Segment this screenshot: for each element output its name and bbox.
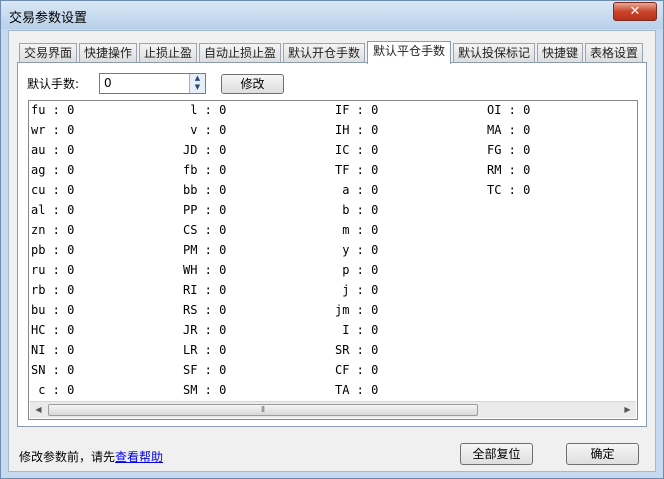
- grid-cell: a : 0: [335, 183, 379, 197]
- grid-cell: MA : 0: [487, 123, 531, 137]
- grid-cell: JD : 0: [183, 143, 227, 157]
- help-hint: 修改参数前，请先查看帮助: [19, 448, 163, 465]
- grid-cell: OI : 0: [487, 103, 531, 117]
- spin-up-icon[interactable]: ▲: [190, 74, 205, 83]
- grid-cell: LR : 0: [183, 343, 227, 357]
- modify-button[interactable]: 修改: [221, 74, 284, 94]
- tab-auto-stop-loss[interactable]: 自动止损止盈: [199, 43, 281, 63]
- grid-cell: RI : 0: [183, 283, 227, 297]
- default-lots-value: 0: [104, 76, 112, 90]
- grid-cell: SN : 0: [31, 363, 75, 377]
- grid-cell: I : 0: [335, 323, 379, 337]
- settings-window: 交易参数设置 ✕ 交易界面 快捷操作 止损止盈 自动止损止盈 默认开仓手数 默认…: [0, 0, 664, 479]
- grid-cell: l : 0: [183, 103, 227, 117]
- grid-cell: jm : 0: [335, 303, 379, 317]
- grid-cell: c : 0: [31, 383, 75, 397]
- grid-cell: bu : 0: [31, 303, 75, 317]
- grid-cell: TF : 0: [335, 163, 379, 177]
- scroll-thumb[interactable]: ⦀: [48, 404, 478, 416]
- grid-cell: WH : 0: [183, 263, 227, 277]
- grid-cell: p : 0: [335, 263, 379, 277]
- grid-cell: j : 0: [335, 283, 379, 297]
- grid-cell: SF : 0: [183, 363, 227, 377]
- tab-default-open-lots[interactable]: 默认开仓手数: [283, 43, 365, 63]
- default-lots-spinbox[interactable]: 0 ▲ ▼: [99, 73, 206, 94]
- grid-cell: fu : 0: [31, 103, 75, 117]
- scroll-right-icon[interactable]: ▶: [619, 402, 636, 418]
- grid-cell: CS : 0: [183, 223, 227, 237]
- help-link[interactable]: 查看帮助: [115, 450, 163, 464]
- tab-default-close-lots[interactable]: 默认平仓手数: [367, 41, 451, 64]
- lots-grid: fu : 0 wr : 0 au : 0 ag : 0 cu : 0 al : 0 zn :…: [28, 100, 638, 420]
- grid-cell: HC : 0: [31, 323, 75, 337]
- grid-cell: PP : 0: [183, 203, 227, 217]
- tab-table-settings[interactable]: 表格设置: [585, 43, 643, 63]
- grid-cell: CF : 0: [335, 363, 379, 377]
- grid-cell: bb : 0: [183, 183, 227, 197]
- grid-cell: b : 0: [335, 203, 379, 217]
- grid-cell: au : 0: [31, 143, 75, 157]
- ok-button[interactable]: 确定: [566, 443, 639, 465]
- grid-cell: v : 0: [183, 123, 227, 137]
- grid-cell: FG : 0: [487, 143, 531, 157]
- horizontal-scrollbar[interactable]: ◀ ⦀ ▶: [30, 401, 636, 418]
- grid-cell: ag : 0: [31, 163, 75, 177]
- grid-cell: TA : 0: [335, 383, 379, 397]
- close-button[interactable]: ✕: [613, 2, 657, 21]
- grid-cell: PM : 0: [183, 243, 227, 257]
- grid-cell: wr : 0: [31, 123, 75, 137]
- reset-all-button[interactable]: 全部复位: [460, 443, 533, 465]
- grid-cell: IF : 0: [335, 103, 379, 117]
- grid-cell: IH : 0: [335, 123, 379, 137]
- grid-cell: y : 0: [335, 243, 379, 257]
- grid-cell: IC : 0: [335, 143, 379, 157]
- scroll-left-icon[interactable]: ◀: [30, 402, 47, 418]
- tab-shortcut-ops[interactable]: 快捷操作: [79, 43, 137, 63]
- grid-cell: pb : 0: [31, 243, 75, 257]
- grid-cell: JR : 0: [183, 323, 227, 337]
- grid-cell: TC : 0: [487, 183, 531, 197]
- default-lots-label: 默认手数:: [27, 77, 80, 91]
- spin-down-icon[interactable]: ▼: [190, 83, 205, 92]
- grid-cell: m : 0: [335, 223, 379, 237]
- grid-cell: al : 0: [31, 203, 75, 217]
- grid-cell: SM : 0: [183, 383, 227, 397]
- title-bar: 交易参数设置 ✕: [1, 1, 663, 29]
- grid-cell: RS : 0: [183, 303, 227, 317]
- dialog-client-area: 交易界面 快捷操作 止损止盈 自动止损止盈 默认开仓手数 默认平仓手数 默认投保…: [8, 30, 656, 472]
- grid-cell: cu : 0: [31, 183, 75, 197]
- grid-cell: fb : 0: [183, 163, 227, 177]
- tab-panel: 默认手数: 0 ▲ ▼ 修改 fu : 0 wr : 0 au : 0 ag : 0 c…: [17, 62, 647, 427]
- grid-cell: zn : 0: [31, 223, 75, 237]
- grid-cell: ru : 0: [31, 263, 75, 277]
- grid-cell: RM : 0: [487, 163, 531, 177]
- grid-cell: rb : 0: [31, 283, 75, 297]
- tab-hotkeys[interactable]: 快捷键: [537, 43, 583, 63]
- grid-cell: SR : 0: [335, 343, 379, 357]
- spin-arrows: ▲ ▼: [189, 74, 205, 93]
- tab-stop-loss[interactable]: 止损止盈: [139, 43, 197, 63]
- tab-default-hedge-flag[interactable]: 默认投保标记: [453, 43, 535, 63]
- help-hint-text: 修改参数前，请先: [19, 450, 116, 464]
- window-title: 交易参数设置: [9, 11, 88, 26]
- grid-cell: NI : 0: [31, 343, 75, 357]
- tab-trading-ui[interactable]: 交易界面: [19, 43, 77, 63]
